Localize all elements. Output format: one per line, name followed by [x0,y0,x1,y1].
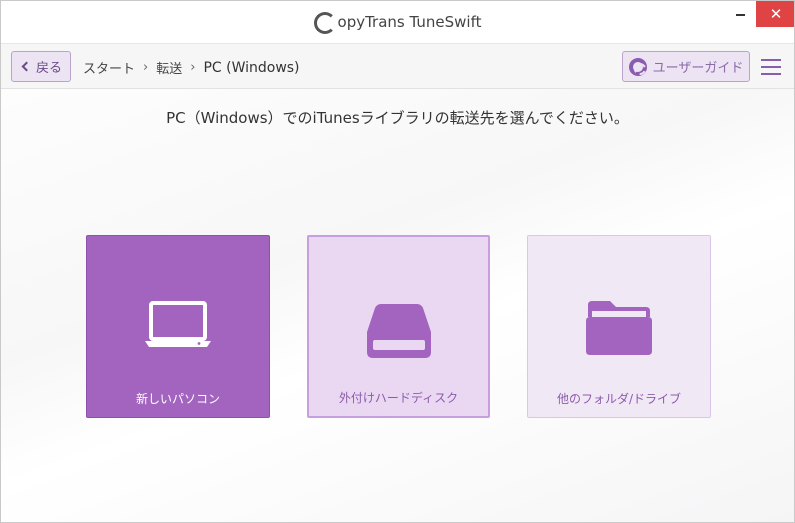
other-folder-tile[interactable]: 他のフォルダ/ドライブ [527,235,711,418]
menu-line [761,73,781,75]
lifebuoy-icon [628,57,647,76]
new-pc-tile[interactable]: 新しいパソコン [86,235,270,418]
folder-icon [586,301,652,359]
navigation-bar: 戻る スタート › 転送 › PC (Windows) ユーザーガイド [1,43,794,89]
hard-drive-icon [366,302,431,362]
chevron-left-icon [21,61,32,72]
tile-label-external-hdd: 外付けハードディスク [338,391,459,405]
menu-line [761,59,781,61]
breadcrumb-item-transfer[interactable]: 転送 [156,58,182,77]
breadcrumb-separator: › [143,60,149,75]
breadcrumb: スタート › 転送 › PC (Windows) [83,58,300,78]
minimize-button[interactable] [724,1,756,27]
external-hdd-tile[interactable]: 外付けハードディスク [307,235,490,418]
user-guide-label: ユーザーガイド [652,61,744,76]
app-title-text: opyTrans TuneSwift [337,13,482,31]
close-button[interactable]: ✕ [756,1,794,27]
title-bar: opyTrans TuneSwift ✕ [1,1,794,43]
minimize-icon [735,14,745,16]
breadcrumb-item-current: PC (Windows) [203,59,300,76]
hamburger-menu-button[interactable] [761,59,781,75]
app-title: opyTrans TuneSwift [1,11,794,34]
breadcrumb-item-start[interactable]: スタート [83,58,135,77]
close-icon: ✕ [769,5,783,23]
tile-label-other-folder: 他のフォルダ/ドライブ [556,392,682,406]
menu-line [761,66,781,68]
back-button[interactable]: 戻る [11,51,71,82]
tile-label-new-pc: 新しいパソコン [135,392,220,406]
laptop-icon [145,301,211,351]
app-window: opyTrans TuneSwift ✕ 戻る スタート › 転送 › PC (… [0,0,795,523]
copytrans-logo-icon [313,12,336,34]
page-heading: PC（Windows）でのiTunesライブラリの転送先を選んでください。 [166,109,629,127]
user-guide-button[interactable]: ユーザーガイド [622,51,750,82]
breadcrumb-separator: › [190,60,196,75]
back-button-label: 戻る [35,61,62,76]
